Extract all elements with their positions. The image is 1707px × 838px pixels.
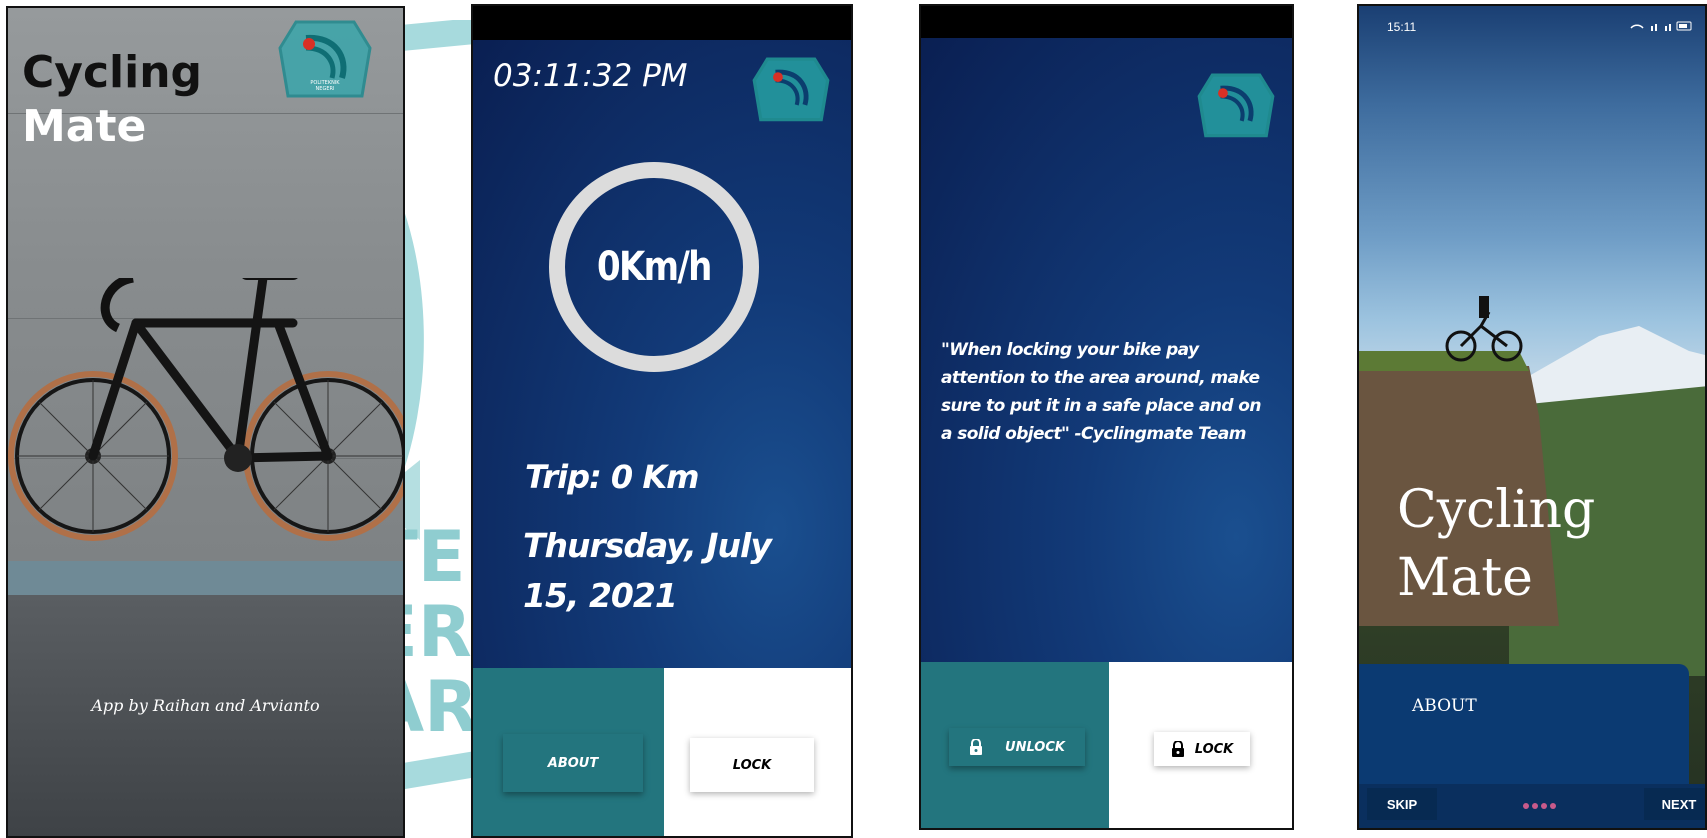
app-title-line1: Cycling [22, 47, 203, 98]
college-logo: POLITEKNIK NEGERI [276, 18, 374, 109]
bicycle-image [8, 278, 403, 541]
status-bar [921, 6, 1292, 38]
current-date: Thursday, July 15, 2021 [523, 526, 772, 615]
about-button-label: ABOUT [547, 755, 599, 771]
onboarding-screen: 15:11 Cycling Mate ABOUT SKIP NEXT [1357, 4, 1707, 830]
safety-quote: "When locking your bike pay attention to… [941, 340, 1261, 444]
speed-gauge: 0Km/h [549, 162, 759, 372]
college-logo [751, 54, 831, 133]
lock-icon [1171, 741, 1184, 757]
next-button-label: NEXT [1661, 796, 1697, 812]
about-panel [1359, 664, 1689, 784]
lock-tip-screen: "When locking your bike pay attention to… [919, 4, 1294, 830]
lock-button-label: LOCK [1194, 741, 1234, 757]
lock-button[interactable]: LOCK [690, 738, 814, 792]
logo-text: NEGERI [316, 86, 335, 92]
road [8, 595, 403, 836]
page-indicator-dot [1523, 803, 1529, 809]
app-title-line2: Mate [22, 101, 147, 152]
onboarding-title: Cycling Mate [1397, 476, 1595, 612]
next-button[interactable]: NEXT [1644, 788, 1705, 820]
college-logo [1196, 70, 1276, 149]
credit-text: App by Raihan and Arvianto [91, 696, 320, 715]
splash-screen: Cycling Mate POLITEKNIK NEGERI App by Ra… [6, 6, 405, 838]
page-indicator-dot [1541, 803, 1547, 809]
trip-distance: Trip: 0 Km [525, 458, 699, 496]
page-indicator-dot [1550, 803, 1556, 809]
shield-logo-icon [752, 57, 830, 122]
speed-value: 0Km/h [597, 244, 712, 290]
signal-battery-icon [1630, 21, 1692, 31]
unlock-button-label: UNLOCK [1005, 739, 1065, 755]
about-button[interactable]: ABOUT [503, 734, 643, 792]
onboarding-title-line1: Cycling [1397, 480, 1596, 540]
page-indicator-dot [1532, 803, 1538, 809]
speedometer-screen: 03:11:32 PM 0Km/h Trip: 0 Km Thursday, J… [471, 4, 853, 838]
about-heading: ABOUT [1412, 696, 1477, 716]
status-bar [473, 6, 851, 40]
status-icons [1629, 20, 1693, 35]
onboarding-title-line2: Mate [1397, 548, 1533, 608]
skip-button-label: SKIP [1386, 796, 1418, 812]
app-title: Cycling Mate [22, 46, 202, 154]
lock-icon [970, 739, 983, 755]
skip-button[interactable]: SKIP [1367, 788, 1437, 820]
unlock-button[interactable]: UNLOCK [949, 728, 1085, 766]
status-time: 15:11 [1387, 20, 1417, 34]
clock-time: 03:11:32 PM [493, 58, 688, 94]
shield-logo-icon: POLITEKNIK NEGERI [278, 20, 372, 98]
shield-logo-icon [1197, 73, 1275, 138]
lock-button[interactable]: LOCK [1154, 732, 1250, 766]
lock-button-label: LOCK [732, 757, 772, 773]
